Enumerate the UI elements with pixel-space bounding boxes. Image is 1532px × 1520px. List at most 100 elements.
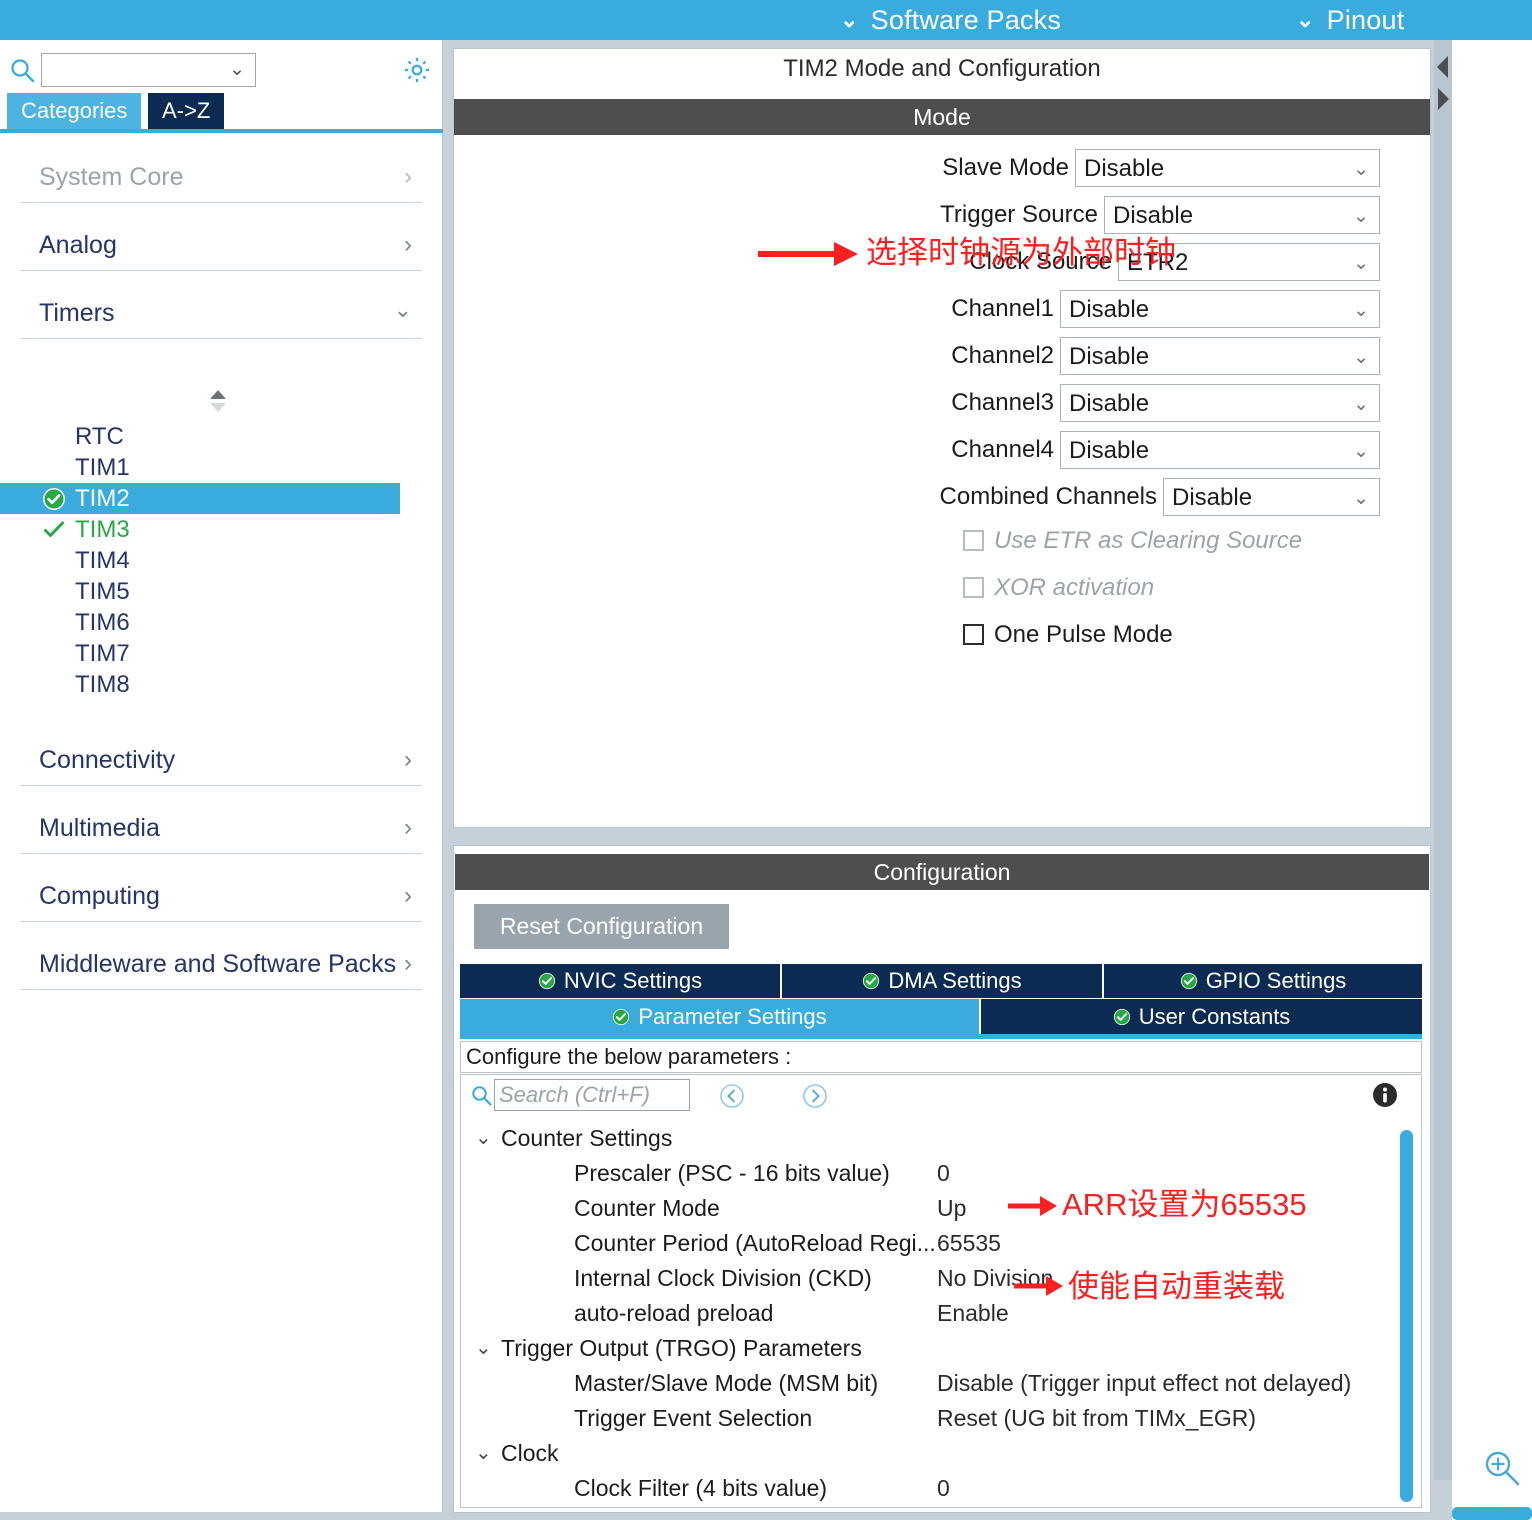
field-value: Disable	[1069, 390, 1150, 417]
timer-item-tim2[interactable]: TIM2	[0, 483, 400, 514]
tab-gpio-settings[interactable]: GPIO Settings	[1104, 964, 1422, 998]
reset-configuration-button[interactable]: Reset Configuration	[474, 904, 729, 949]
chevron-right-icon: ›	[404, 882, 412, 909]
collapse-left-arrow-icon[interactable]	[1435, 52, 1451, 82]
field-channel2: Channel2 Disable ⌄	[951, 337, 1380, 375]
sidebar-item-middleware[interactable]: Middleware and Software Packs ›	[21, 922, 422, 990]
parameter-row-trigger-event-selection[interactable]: Trigger Event Selection Reset (UG bit fr…	[461, 1401, 1401, 1436]
field-value: Disable	[1069, 343, 1150, 370]
channel1-select[interactable]: Disable ⌄	[1060, 290, 1380, 328]
parameter-row-prescaler[interactable]: Prescaler (PSC - 16 bits value) 0	[461, 1156, 1401, 1191]
tab-dma-settings[interactable]: DMA Settings	[782, 964, 1102, 998]
menu-software-packs[interactable]: ⌄ Software Packs	[840, 3, 1061, 37]
tab-categories[interactable]: Categories	[7, 93, 142, 129]
chevron-down-icon: ⌄	[475, 1127, 492, 1149]
parameter-value: Enable	[937, 1300, 1009, 1326]
parameter-row-clock-polarity[interactable]: Clock Polarity non inverted	[461, 1506, 1401, 1507]
trigger-source-select[interactable]: Disable ⌄	[1104, 196, 1380, 234]
chevron-down-icon: ⌄	[1353, 488, 1369, 509]
search-icon	[471, 1085, 493, 1107]
timer-item-tim3[interactable]: TIM3	[0, 514, 443, 545]
parameter-row-master-slave-mode[interactable]: Master/Slave Mode (MSM bit) Disable (Tri…	[461, 1366, 1401, 1401]
search-icon	[10, 58, 36, 84]
chevron-down-icon: ⌄	[1353, 347, 1369, 368]
expand-right-arrow-icon[interactable]	[1435, 84, 1451, 114]
mode-panel: TIM2 Mode and Configuration Mode Slave M…	[453, 48, 1431, 828]
timer-item-label: RTC	[75, 423, 124, 450]
field-label: Channel3	[951, 389, 1054, 416]
annotation-arrow-clock-source	[758, 242, 858, 266]
field-slave-mode: Slave Mode Disable ⌄	[942, 149, 1380, 187]
sidebar-search-combo[interactable]: ⌄	[41, 53, 256, 87]
menu-pinout[interactable]: ⌄ Pinout	[1296, 3, 1404, 37]
checkbox-box	[963, 624, 984, 645]
timer-item-tim6[interactable]: TIM6	[0, 607, 443, 638]
parameter-value: Disable (Trigger input effect not delaye…	[937, 1370, 1352, 1396]
menu-pinout-label: Pinout	[1326, 5, 1405, 35]
parameter-list-scrollbar[interactable]	[1400, 1130, 1413, 1502]
timer-item-tim5[interactable]: TIM5	[0, 576, 443, 607]
timer-item-tim8[interactable]: TIM8	[0, 669, 443, 700]
gear-icon[interactable]	[402, 55, 432, 85]
timer-item-label: TIM7	[75, 640, 130, 667]
tab-user-constants[interactable]: User Constants	[981, 999, 1422, 1034]
tab-label: NVIC Settings	[563, 968, 703, 993]
parameter-name: Counter Mode	[574, 1195, 720, 1221]
sidebar-item-timers[interactable]: Timers ⌄	[21, 271, 422, 339]
checkbox-label: XOR activation	[994, 574, 1155, 601]
field-channel1: Channel1 Disable ⌄	[951, 290, 1380, 328]
parameter-name: auto-reload preload	[574, 1300, 774, 1326]
parameter-group-clock[interactable]: ⌄ Clock	[461, 1436, 1401, 1471]
timer-item-tim4[interactable]: TIM4	[0, 545, 443, 576]
parameter-name: Internal Clock Division (CKD)	[574, 1265, 872, 1291]
parameter-group-counter-settings[interactable]: ⌄ Counter Settings	[461, 1121, 1401, 1156]
info-icon[interactable]	[1371, 1081, 1399, 1109]
zoom-in-icon[interactable]	[1482, 1448, 1522, 1488]
field-value: Disable	[1113, 202, 1194, 229]
field-label: Channel2	[951, 342, 1054, 369]
sidebar-item-label: Connectivity	[39, 746, 176, 774]
timer-item-tim1[interactable]: TIM1	[0, 452, 443, 483]
parameter-name: Trigger Event Selection	[574, 1405, 813, 1431]
parameter-name: Prescaler (PSC - 16 bits value)	[574, 1160, 890, 1186]
channel2-select[interactable]: Disable ⌄	[1060, 337, 1380, 375]
field-label: Channel1	[951, 295, 1054, 322]
chevron-down-icon: ⌄	[1353, 300, 1369, 321]
timer-list-spinner[interactable]	[207, 388, 229, 414]
timer-item-label: TIM4	[75, 547, 130, 574]
combined-channels-select[interactable]: Disable ⌄	[1163, 478, 1380, 516]
tab-a-to-z[interactable]: A->Z	[148, 93, 225, 129]
parameter-row-counter-period[interactable]: Counter Period (AutoReload Regi... 65535	[461, 1226, 1401, 1261]
sidebar-item-connectivity[interactable]: Connectivity ›	[21, 718, 422, 786]
timer-item-rtc[interactable]: RTC	[0, 421, 443, 452]
cubemx-window: ⌄ Software Packs ⌄ Pinout ⌄ Categories A…	[0, 0, 1532, 1520]
sidebar-item-system-core[interactable]: System Core ›	[21, 135, 422, 203]
mode-section-header: Mode	[454, 99, 1430, 135]
channel3-select[interactable]: Disable ⌄	[1060, 384, 1380, 422]
parameter-search-input[interactable]	[494, 1079, 690, 1111]
parameter-name: Clock Polarity	[574, 1506, 715, 1507]
channel4-select[interactable]: Disable ⌄	[1060, 431, 1380, 469]
chevron-down-icon: ⌄	[1353, 159, 1369, 180]
panel-splitter[interactable]	[1434, 40, 1452, 1480]
slave-mode-select[interactable]: Disable ⌄	[1075, 149, 1380, 187]
parameter-group-trgo[interactable]: ⌄ Trigger Output (TRGO) Parameters	[461, 1331, 1401, 1366]
sidebar-item-analog[interactable]: Analog ›	[21, 203, 422, 271]
sidebar-item-computing[interactable]: Computing ›	[21, 854, 422, 922]
search-previous-button[interactable]	[719, 1083, 745, 1109]
search-next-button[interactable]	[802, 1083, 828, 1109]
timer-item-label: TIM8	[75, 671, 130, 698]
sidebar-item-label: Multimedia	[39, 814, 160, 842]
field-label: Channel4	[951, 436, 1054, 463]
sidebar-item-label: Timers	[39, 299, 115, 327]
parameter-value: 65535	[937, 1230, 1001, 1256]
check-circle-icon	[538, 966, 556, 1000]
parameter-group-label: Trigger Output (TRGO) Parameters	[501, 1335, 862, 1361]
tab-nvic-settings[interactable]: NVIC Settings	[460, 964, 780, 998]
sidebar-tabs-underline	[0, 129, 443, 133]
parameter-row-clock-filter[interactable]: Clock Filter (4 bits value) 0	[461, 1471, 1401, 1506]
checkbox-label: Use ETR as Clearing Source	[994, 527, 1303, 554]
sidebar-item-multimedia[interactable]: Multimedia ›	[21, 786, 422, 854]
timer-item-tim7[interactable]: TIM7	[0, 638, 443, 669]
tab-parameter-settings[interactable]: Parameter Settings	[460, 999, 979, 1034]
